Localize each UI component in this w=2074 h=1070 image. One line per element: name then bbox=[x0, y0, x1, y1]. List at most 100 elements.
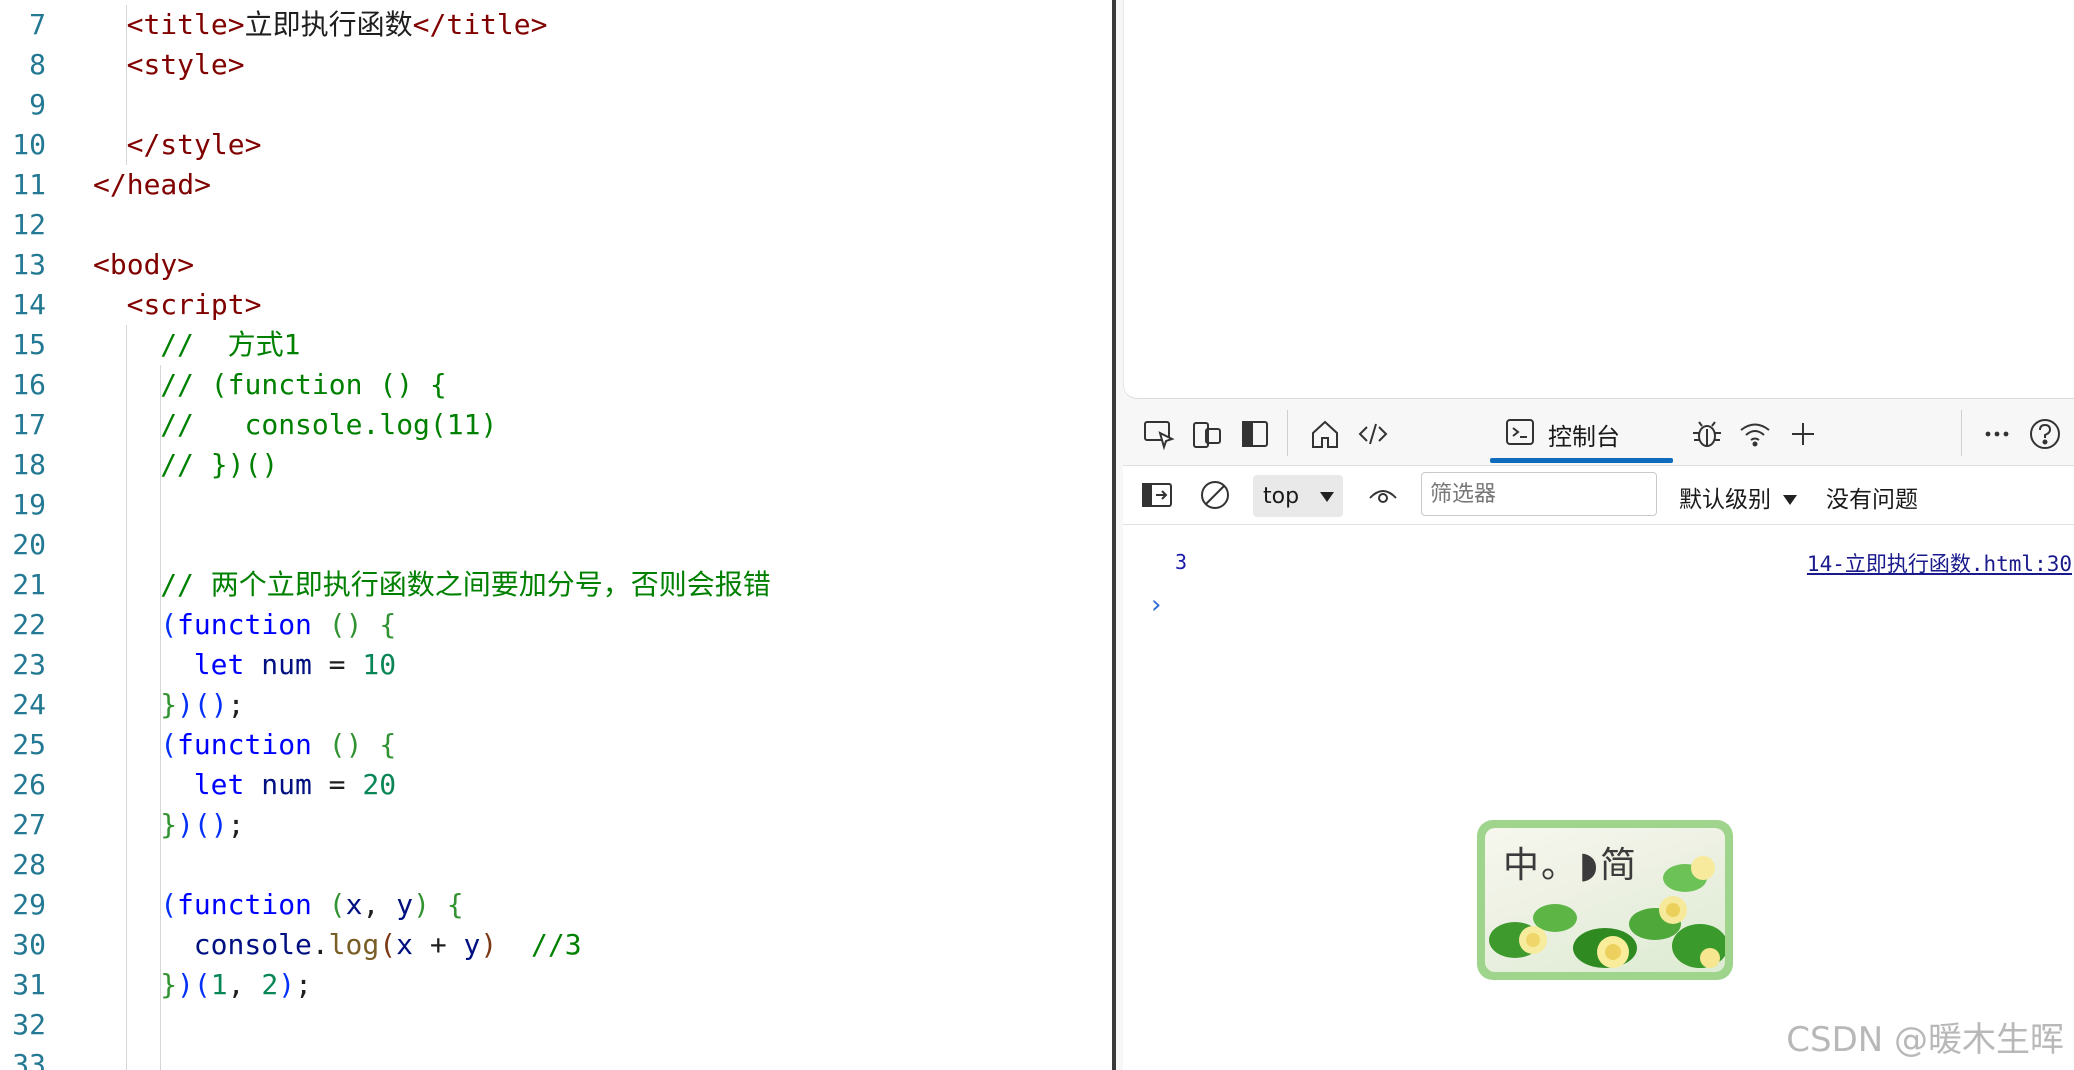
code-token: let bbox=[193, 648, 245, 681]
code-token: 立即执行函数 bbox=[244, 8, 413, 41]
console-prompt-icon[interactable]: › bbox=[1151, 590, 1161, 620]
code-token: ; bbox=[227, 808, 245, 841]
code-token: 20 bbox=[362, 768, 397, 801]
context-selector[interactable]: top bbox=[1253, 475, 1343, 517]
code-line[interactable]: 24})(); bbox=[0, 685, 1112, 725]
network-wifi-icon[interactable] bbox=[1733, 412, 1777, 456]
code-token: function bbox=[177, 728, 312, 761]
inspect-element-icon[interactable] bbox=[1137, 412, 1181, 456]
filter-input[interactable] bbox=[1421, 472, 1657, 516]
code-line[interactable]: 16 // (function () { bbox=[0, 365, 1112, 405]
dock-side-icon[interactable] bbox=[1233, 412, 1277, 456]
code-line[interactable]: 25 (function () { bbox=[0, 725, 1112, 765]
device-emulation-icon[interactable] bbox=[1185, 412, 1229, 456]
add-tab-icon[interactable] bbox=[1781, 412, 1825, 456]
bug-icon[interactable] bbox=[1685, 412, 1729, 456]
code-token: () bbox=[328, 728, 363, 761]
help-icon[interactable] bbox=[2023, 412, 2067, 456]
indent-guide bbox=[126, 5, 127, 165]
code-line[interactable]: 15 // 方式1 bbox=[0, 325, 1112, 365]
code-line[interactable]: 22 (function () { bbox=[0, 605, 1112, 645]
issues-counter[interactable]: 没有问题 bbox=[1826, 480, 1918, 514]
code-line[interactable]: 26 let num = 20 bbox=[0, 765, 1112, 805]
code-token: y bbox=[463, 928, 481, 961]
code-line[interactable]: 27})(); bbox=[0, 805, 1112, 845]
code-token: ( bbox=[160, 888, 178, 921]
code-token: ( bbox=[193, 968, 211, 1001]
code-text: })(); bbox=[160, 805, 244, 845]
code-token: { bbox=[379, 728, 397, 761]
code-token: </title> bbox=[412, 8, 548, 41]
code-line[interactable]: 13 <body> bbox=[0, 245, 1112, 285]
line-number: 12 bbox=[12, 208, 46, 241]
page-viewport[interactable] bbox=[1123, 0, 2074, 399]
tab-console[interactable]: 控制台 bbox=[1490, 408, 1673, 460]
code-token: ) bbox=[480, 928, 498, 961]
code-token: <body> bbox=[93, 248, 195, 281]
code-editor[interactable]: 7 <title>立即执行函数</title> 8 <style> 9 10 </style… bbox=[0, 0, 1112, 1070]
ime-status-widget[interactable]: 中。◗简 bbox=[1477, 820, 1733, 980]
line-number: 15 bbox=[12, 328, 46, 361]
code-line[interactable]: 23 let num = 10 bbox=[0, 645, 1112, 685]
code-line[interactable]: 28 bbox=[0, 845, 1112, 885]
code-line[interactable]: 8 <style> bbox=[0, 45, 1112, 85]
indent-guide bbox=[160, 765, 161, 805]
code-line[interactable]: 21 // 两个立即执行函数之间要加分号，否则会报错 bbox=[0, 565, 1112, 605]
code-text: // (function () { bbox=[160, 365, 447, 405]
code-text: let num = 20 bbox=[194, 765, 396, 805]
code-text: <title>立即执行函数</title> bbox=[127, 5, 548, 45]
line-number: 9 bbox=[29, 88, 46, 121]
ime-floral-background: 中。◗简 bbox=[1485, 828, 1725, 972]
code-line[interactable]: 31})(1, 2); bbox=[0, 965, 1112, 1005]
code-line[interactable]: 10 </style> bbox=[0, 125, 1112, 165]
code-line[interactable]: 32 bbox=[0, 1005, 1112, 1045]
elements-icon[interactable] bbox=[1351, 412, 1395, 456]
line-number: 20 bbox=[12, 528, 46, 561]
code-token: + bbox=[412, 928, 464, 961]
console-log-value: 3 bbox=[1175, 550, 1188, 574]
code-token: <title> bbox=[126, 8, 245, 41]
more-options-icon[interactable] bbox=[1975, 412, 2019, 456]
code-text: console.log(x + y) //3 bbox=[194, 925, 582, 965]
code-line[interactable]: 14 <script> bbox=[0, 285, 1112, 325]
code-line[interactable]: 11 </head> bbox=[0, 165, 1112, 205]
console-log-source-link[interactable]: 14-立即执行函数.html:30 bbox=[1807, 548, 2072, 578]
code-line[interactable]: 9 bbox=[0, 85, 1112, 125]
code-token: // console.log(11) bbox=[160, 408, 498, 441]
code-line[interactable]: 18 // })() bbox=[0, 445, 1112, 485]
code-line[interactable]: 30 console.log(x + y) //3 bbox=[0, 925, 1112, 965]
clear-console-icon[interactable] bbox=[1193, 473, 1237, 517]
code-token: () bbox=[193, 808, 228, 841]
code-line[interactable]: 33 bbox=[0, 1045, 1112, 1070]
code-line[interactable]: 7 <title>立即执行函数</title> bbox=[0, 5, 1112, 45]
code-token: { bbox=[446, 888, 464, 921]
sidebar-toggle-icon[interactable] bbox=[1135, 473, 1179, 517]
code-token: ; bbox=[227, 688, 245, 721]
code-token: log bbox=[328, 928, 380, 961]
watermark: CSDN @暖木生晖 bbox=[1786, 1020, 2064, 1060]
code-line[interactable]: 19 bbox=[0, 485, 1112, 525]
toolbar-separator bbox=[1287, 410, 1288, 456]
code-text: (function () { bbox=[160, 605, 396, 645]
code-line[interactable]: 12 bbox=[0, 205, 1112, 245]
code-token: ) bbox=[177, 808, 194, 841]
code-text: })(); bbox=[160, 685, 244, 725]
code-text: // console.log(11) bbox=[160, 405, 497, 445]
code-text: // })() bbox=[160, 445, 278, 485]
code-line[interactable]: 17 // console.log(11) bbox=[0, 405, 1112, 445]
code-token: = bbox=[311, 768, 363, 801]
log-level-dropdown[interactable]: 默认级别 bbox=[1679, 480, 1798, 514]
home-icon[interactable] bbox=[1303, 412, 1347, 456]
code-line[interactable]: 20 bbox=[0, 525, 1112, 565]
code-line[interactable]: 29 (function (x, y) { bbox=[0, 885, 1112, 925]
code-token: ) bbox=[177, 968, 194, 1001]
code-token: </head> bbox=[93, 168, 212, 201]
code-token: } bbox=[160, 968, 178, 1001]
code-token: , bbox=[227, 968, 262, 1001]
live-expression-eye-icon[interactable] bbox=[1361, 473, 1405, 517]
line-number: 28 bbox=[12, 848, 46, 881]
